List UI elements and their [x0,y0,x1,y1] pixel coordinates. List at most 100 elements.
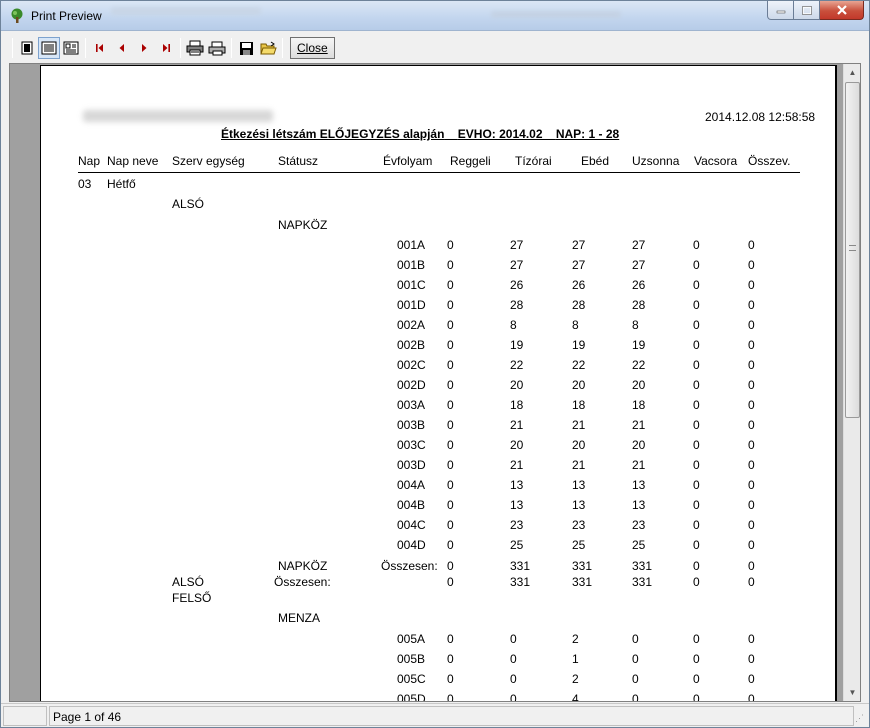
meal-count: 0 [447,258,454,272]
vertical-scrollbar[interactable]: ▲ ▼ [843,64,860,701]
toolbar-separator [231,38,232,58]
meal-count: 23 [572,518,586,532]
total-count: 331 [632,575,653,589]
maximize-button[interactable] [794,1,820,20]
unit-felso: FELSŐ [172,591,212,605]
title-bar[interactable]: Print Preview [1,1,869,31]
next-page-icon [142,44,147,52]
meal-count: 8 [510,318,517,332]
total-count: 0 [693,575,700,589]
grade-code: 004B [397,498,426,512]
previous-page-icon [119,44,124,52]
total-count: 0 [447,559,454,573]
meal-count: 25 [572,538,586,552]
page-width-button[interactable] [38,37,60,59]
report-title: Étkezési létszám ELŐJEGYZÉS alapján EVHO… [221,127,619,141]
meal-count: 0 [748,498,755,512]
meal-count: 0 [693,278,700,292]
meal-count: 0 [748,278,755,292]
next-page-button[interactable] [133,37,155,59]
close-icon [836,5,847,15]
meal-count: 0 [693,418,700,432]
print-setup-button[interactable] [184,37,206,59]
minimize-icon [776,10,785,14]
meal-count: 0 [748,438,755,452]
unit-also: ALSÓ [172,197,205,211]
meal-count: 0 [748,398,755,412]
meal-count: 27 [510,238,524,252]
meal-count: 0 [693,358,700,372]
meal-count: 0 [447,418,454,432]
meal-count: 0 [693,338,700,352]
meal-count: 0 [748,672,755,686]
meal-count: 0 [693,518,700,532]
meal-count: 0 [748,318,755,332]
toolbar: Close [9,35,861,61]
previous-page-button[interactable] [111,37,133,59]
multi-page-button[interactable] [60,37,82,59]
preview-viewport[interactable]: 2014.12.08 12:58:58 Étkezési létszám ELŐ… [9,63,861,702]
meal-count: 27 [632,258,646,272]
meal-count: 0 [693,478,700,492]
meal-count: 0 [693,378,700,392]
meal-count: 0 [447,238,454,252]
meal-count: 0 [748,418,755,432]
column-header: Reggeli [450,154,491,168]
meal-count: 0 [693,258,700,272]
grade-code: 005A [397,632,426,646]
meal-count: 13 [632,498,646,512]
print-button[interactable] [206,37,228,59]
scrollbar-thumb[interactable] [845,82,860,418]
printer-setup-icon [186,40,204,56]
floppy-disk-icon [239,41,253,55]
meal-count: 25 [510,538,524,552]
meal-count: 20 [632,378,646,392]
meal-count: 0 [447,518,454,532]
unit-total-name: ALSÓ [172,575,205,589]
single-page-button[interactable] [16,37,38,59]
resize-grip-icon[interactable]: ⋰ [855,713,867,725]
meal-count: 21 [510,458,524,472]
column-header: Tízórai [515,154,552,168]
total-count: 0 [748,575,755,589]
window-close-button[interactable] [820,1,864,20]
meal-count: 28 [632,298,646,312]
save-button[interactable] [235,37,257,59]
grade-code: 001B [397,258,426,272]
close-button-label: Close [297,41,328,55]
blurred-title-region [111,7,261,15]
minimize-button[interactable] [767,1,794,20]
meal-count: 27 [632,238,646,252]
close-preview-button[interactable]: Close [290,37,335,59]
report-page: 2014.12.08 12:58:58 Étkezési létszám ELŐ… [40,65,837,701]
meal-count: 0 [447,498,454,512]
total-count: 331 [510,559,531,573]
report-heading: Étkezési létszám ELŐJEGYZÉS alapján [221,127,445,141]
meal-count: 0 [748,652,755,666]
grade-code: 001C [397,278,426,292]
column-header: Ebéd [581,154,610,168]
scroll-down-button[interactable]: ▼ [844,684,860,701]
total-count: 331 [632,559,653,573]
meal-count: 19 [510,338,524,352]
multi-page-icon [63,41,79,55]
window-title: Print Preview [31,9,102,23]
last-page-button[interactable] [155,37,177,59]
single-page-icon [21,41,33,55]
meal-count: 13 [510,478,524,492]
toolbar-separator [282,38,283,58]
meal-count: 0 [693,238,700,252]
first-page-button[interactable] [89,37,111,59]
total-count: 331 [510,575,531,589]
meal-count: 0 [632,672,639,686]
meal-count: 0 [748,358,755,372]
page-width-icon [41,41,57,55]
meal-count: 0 [447,398,454,412]
scroll-up-button[interactable]: ▲ [844,64,860,81]
open-button[interactable] [257,37,279,59]
meal-count: 0 [748,238,755,252]
grade-code: 003C [397,438,426,452]
column-header: Státusz [278,154,319,168]
meal-count: 0 [748,298,755,312]
grade-code: 001D [397,298,426,312]
